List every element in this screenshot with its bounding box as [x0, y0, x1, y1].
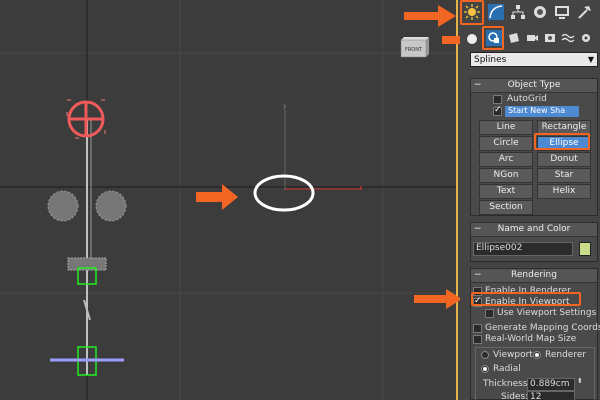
sphere-icon: [467, 34, 477, 44]
ellipse-x-axis-label: x: [359, 184, 363, 191]
real-world-map-label: Real-World Map Size: [485, 334, 577, 344]
hierarchy-tab[interactable]: [508, 2, 528, 22]
object-color-swatch[interactable]: [579, 242, 591, 256]
utilities-tab[interactable]: [574, 2, 594, 22]
hammer-icon: [578, 6, 591, 19]
start-new-shape-checkbox[interactable]: [493, 105, 502, 116]
star-button[interactable]: Star: [537, 168, 591, 183]
name-and-color-header[interactable]: − Name and Color: [471, 223, 597, 237]
helper-tape-icon: [545, 34, 555, 42]
display-tab[interactable]: [552, 2, 572, 22]
helix-button[interactable]: Helix: [537, 184, 591, 199]
renderer-radio-label: Renderer: [545, 350, 587, 360]
renderer-radio[interactable]: [533, 351, 541, 359]
thickness-field[interactable]: 0.889cm: [527, 378, 575, 391]
lights-subtab[interactable]: [504, 28, 524, 48]
use-viewport-settings-label: Use Viewport Settings: [497, 308, 597, 318]
thickness-label: Thickness:: [483, 379, 531, 389]
collapse-icon: −: [474, 224, 482, 234]
autogrid-checkbox[interactable]: [493, 95, 502, 104]
object-type-title: Object Type: [507, 80, 561, 90]
rendering-rollout: − Rendering Enable In Renderer Enable In…: [470, 268, 600, 400]
space-warps-subtab[interactable]: [558, 28, 578, 48]
start-new-shape-label: Start New Sha: [508, 106, 566, 115]
camera-icon: [527, 35, 538, 41]
sides-value: 12: [530, 392, 542, 400]
object-name-field[interactable]: Ellipse002: [473, 242, 573, 256]
radial-radio[interactable]: [481, 365, 489, 373]
circle-button[interactable]: Circle: [479, 136, 533, 151]
viewport-canvas: y x: [0, 0, 456, 400]
annotation-arrow-enable-viewport: [414, 289, 462, 309]
enable-in-viewport-highlight: [471, 292, 581, 306]
light-icon: [509, 33, 519, 43]
line-button[interactable]: Line: [479, 120, 533, 135]
ellipse-button-highlight: [534, 133, 590, 150]
thickness-value: 0.889cm: [530, 379, 570, 389]
viewport-radio[interactable]: [481, 351, 489, 359]
collapse-icon: −: [474, 270, 482, 280]
generate-mapping-checkbox[interactable]: [473, 324, 482, 333]
geometry-subtab[interactable]: [462, 28, 482, 48]
view-cube-label: FRONT: [405, 47, 423, 53]
hierarchy-icon: [511, 5, 525, 19]
collapse-icon: −: [474, 80, 482, 90]
streetlight-model: [47, 99, 127, 376]
cameras-subtab[interactable]: [522, 28, 542, 48]
thickness-spinner-icon[interactable]: ⬍: [577, 377, 583, 385]
sides-field[interactable]: 12: [527, 391, 575, 400]
use-viewport-settings-checkbox[interactable]: [485, 309, 494, 318]
create-tab-highlight: [460, 0, 484, 25]
motion-tab[interactable]: [530, 2, 550, 22]
radial-label: Radial: [493, 364, 521, 374]
modify-arc-icon: [488, 4, 504, 20]
helpers-subtab[interactable]: [540, 28, 560, 48]
display-monitor-icon: [555, 6, 569, 19]
annotation-arrow-ellipse: [196, 184, 238, 210]
start-new-shape-button[interactable]: Start New Sha: [505, 106, 579, 117]
ellipse-y-axis-label: y: [283, 103, 287, 110]
object-type-header[interactable]: − Object Type: [471, 79, 597, 93]
modify-tab[interactable]: [486, 2, 506, 22]
wave-icon: [561, 33, 575, 43]
sides-label: Sides:: [501, 392, 529, 400]
section-button[interactable]: Section: [479, 200, 533, 215]
rendering-title: Rendering: [511, 270, 557, 280]
name-and-color-rollout: − Name and Color Ellipse002: [470, 222, 598, 262]
arc-button[interactable]: Arc: [479, 152, 533, 167]
systems-subtab[interactable]: [576, 28, 596, 48]
chevron-down-icon: ▼: [587, 55, 594, 64]
text-button[interactable]: Text: [479, 184, 533, 199]
create-subcategory-tabs: [460, 26, 600, 50]
real-world-map-checkbox[interactable]: [473, 335, 482, 344]
object-name-value: Ellipse002: [476, 243, 523, 253]
ellipse-object: [253, 110, 362, 212]
name-and-color-title: Name and Color: [497, 224, 571, 234]
donut-button[interactable]: Donut: [537, 152, 591, 167]
viewport-radio-label: Viewport: [493, 350, 533, 360]
annotation-arrow-create-tab: [404, 5, 456, 27]
shapes-subtab-highlight: [482, 26, 504, 50]
motion-icon: [534, 6, 546, 18]
command-panel: Splines ▼ − Object Type AutoGrid Start N…: [460, 0, 600, 400]
front-viewport[interactable]: y x FRONT: [0, 0, 458, 400]
generate-mapping-label: Generate Mapping Coords.: [485, 323, 600, 333]
category-dropdown-value: Splines: [474, 55, 507, 65]
rendering-header[interactable]: − Rendering: [471, 269, 597, 283]
gear-icon: [582, 34, 590, 42]
autogrid-label: AutoGrid: [507, 94, 547, 104]
ngon-button[interactable]: NGon: [479, 168, 533, 183]
view-cube[interactable]: FRONT: [398, 34, 432, 60]
category-dropdown[interactable]: Splines ▼: [470, 52, 598, 67]
